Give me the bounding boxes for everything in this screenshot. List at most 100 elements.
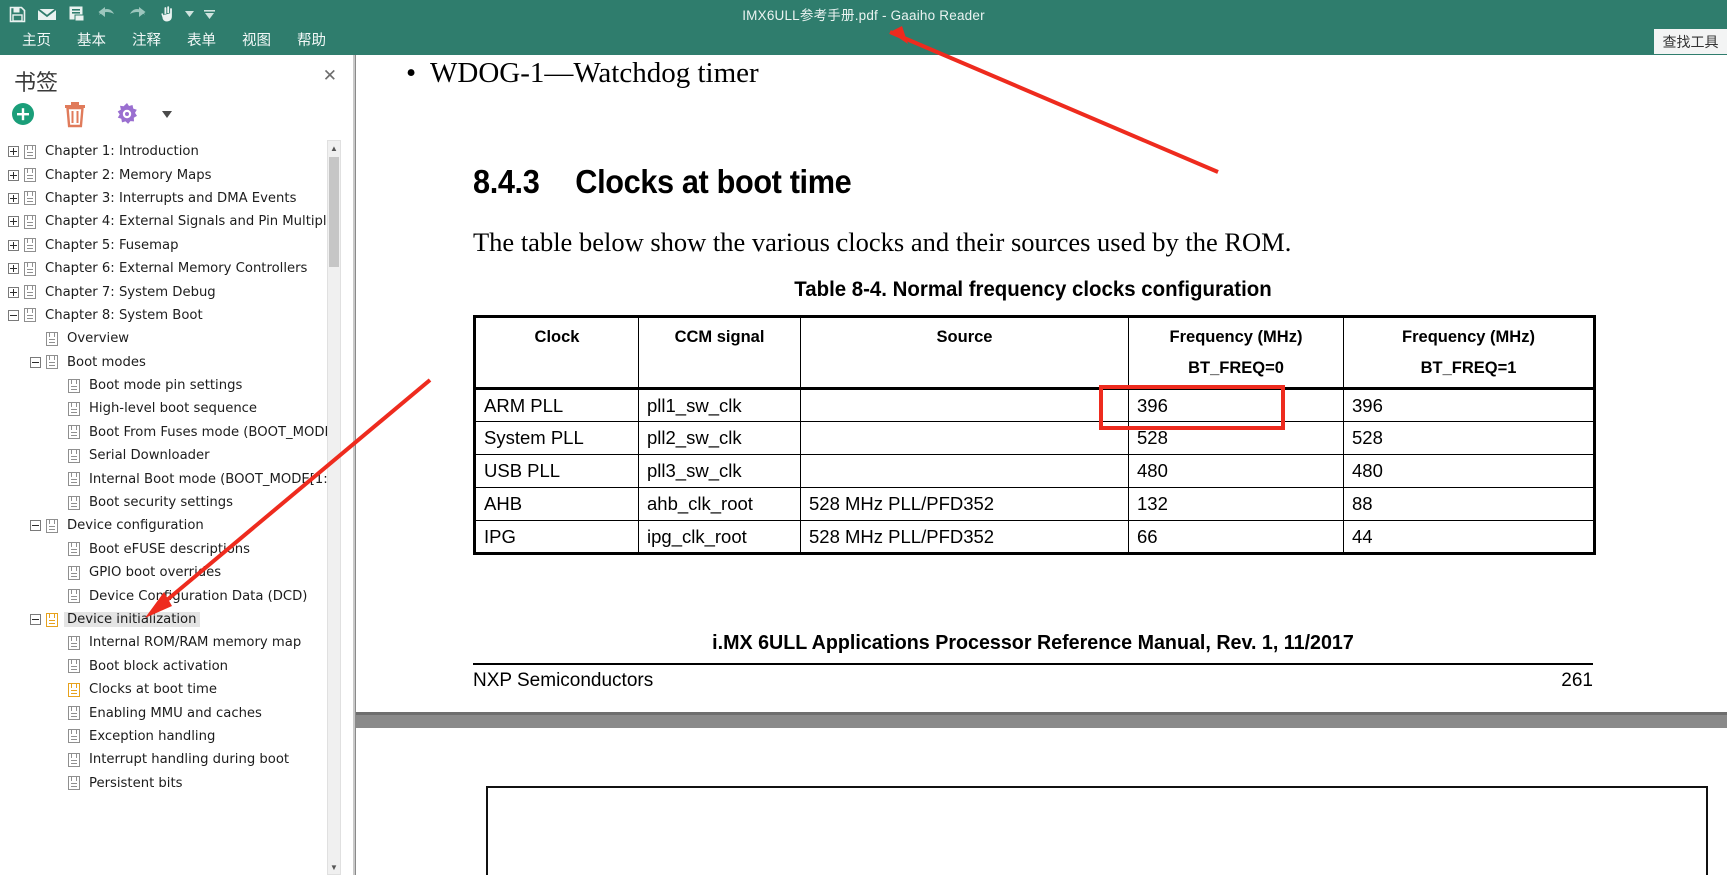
mail-icon[interactable] (32, 1, 62, 27)
bookmark-icon (68, 401, 80, 416)
find-tool-button[interactable]: 查找工具 (1654, 29, 1727, 54)
bookmark-tree-item[interactable]: Boot modes (0, 351, 340, 374)
bookmark-label: Device configuration (67, 518, 204, 534)
menu-item-comment[interactable]: 注释 (132, 28, 161, 55)
scrollbar-thumb[interactable] (329, 157, 339, 267)
bookmark-tree-item[interactable]: Device Configuration Data (DCD) (0, 584, 340, 607)
bookmark-label: Chapter 4: External Signals and Pin Mult… (45, 214, 340, 230)
bookmark-label: Chapter 8: System Boot (45, 307, 203, 323)
bookmark-icon (24, 214, 36, 229)
undo-icon[interactable] (92, 1, 122, 27)
table-caption: Table 8-4. Normal frequency clocks confi… (794, 277, 1272, 301)
bookmark-tree-item[interactable]: Chapter 4: External Signals and Pin Mult… (0, 210, 340, 233)
bookmark-label: Internal Boot mode (BOOT_MODE[1:0] = ( (89, 471, 340, 487)
menu-item-basic[interactable]: 基本 (77, 28, 106, 55)
expand-icon[interactable] (8, 263, 19, 275)
bookmark-tree-item[interactable]: Chapter 6: External Memory Controllers (0, 257, 340, 280)
col-head-line1: Frequency (MHz) (1402, 328, 1535, 346)
bookmark-tree-item[interactable]: Boot block activation (0, 655, 340, 678)
menu-item-help[interactable]: 帮助 (297, 28, 326, 55)
bookmark-icon (24, 285, 36, 300)
collapse-icon[interactable] (30, 614, 41, 625)
bookmark-tree-item[interactable]: Persistent bits (0, 772, 340, 795)
bookmark-tree-item[interactable]: GPIO boot overrides (0, 561, 340, 584)
bookmark-tree-item[interactable]: Enabling MMU and caches (0, 701, 340, 724)
bookmark-tree-item[interactable]: Chapter 7: System Debug (0, 280, 340, 303)
bookmark-tree-item[interactable]: Boot security settings (0, 491, 340, 514)
bookmark-tree-item[interactable]: Boot eFUSE descriptions (0, 538, 340, 561)
bookmark-label: Boot eFUSE descriptions (89, 541, 250, 557)
bookmark-tree-item[interactable]: Chapter 2: Memory Maps (0, 163, 340, 186)
delete-bookmark-icon[interactable] (60, 99, 90, 129)
hand-tool-icon[interactable] (152, 1, 182, 27)
bookmark-tree-item[interactable]: Exception handling (0, 725, 340, 748)
save-icon[interactable] (2, 1, 32, 27)
hand-tool-dropdown-caret-icon[interactable] (182, 1, 196, 27)
bookmark-icon (68, 378, 80, 393)
bookmark-icon (68, 565, 80, 580)
bookmark-tree-item[interactable]: Chapter 3: Interrupts and DMA Events (0, 187, 340, 210)
menu-item-view[interactable]: 视图 (242, 28, 271, 55)
bookmark-tree-item[interactable]: High-level boot sequence (0, 397, 340, 420)
bookmark-icon (68, 542, 80, 557)
table-cell: 480 (1343, 454, 1596, 488)
bookmark-icon (24, 261, 36, 276)
col-head-line1: Source (936, 328, 993, 346)
close-icon[interactable]: ✕ (323, 67, 337, 84)
menu-item-home[interactable]: 主页 (22, 28, 51, 55)
bookmark-tree-item[interactable]: Internal Boot mode (BOOT_MODE[1:0] = ( (0, 467, 340, 490)
bookmark-tree-item[interactable]: Device configuration (0, 514, 340, 537)
sidebar-scrollbar[interactable]: ▲ ▼ (327, 140, 341, 875)
bookmark-tree-item[interactable]: Serial Downloader (0, 444, 340, 467)
print-icon[interactable] (62, 1, 92, 27)
col-head-line1: CCM signal (674, 328, 765, 346)
bookmark-tree-item[interactable]: Overview (0, 327, 340, 350)
document-viewport[interactable]: • WDOG-1—Watchdog timer 8.4.3 Clocks at bo… (355, 55, 1727, 875)
bookmark-tree-item[interactable]: Boot From Fuses mode (BOOT_MODE[1:0] (0, 421, 340, 444)
expand-icon[interactable] (8, 146, 19, 158)
scroll-down-icon[interactable]: ▼ (328, 860, 340, 874)
collapse-icon[interactable] (30, 520, 41, 532)
bookmark-tree-item[interactable]: Interrupt handling during boot (0, 748, 340, 771)
collapse-icon[interactable] (8, 309, 19, 321)
bookmark-label: Device initialization (64, 612, 200, 627)
section-title: Clocks at boot time (575, 163, 852, 200)
bookmark-tree-item[interactable]: Chapter 1: Introduction (0, 140, 340, 163)
expand-icon[interactable] (8, 192, 19, 204)
bookmark-label: Chapter 6: External Memory Controllers (45, 261, 308, 277)
expand-icon[interactable] (8, 169, 19, 181)
window-title: IMX6ULL参考手册.pdf - Gaaiho Reader (742, 8, 985, 23)
expand-icon[interactable] (8, 216, 19, 228)
pdf-page-262-partial (356, 728, 1727, 875)
footer-rule (473, 663, 1593, 665)
add-bookmark-icon[interactable] (8, 99, 38, 129)
overflow-caret-icon[interactable] (202, 1, 216, 27)
table-cell: 528 MHz PLL/PFD352 (800, 520, 1129, 555)
bookmark-icon (24, 238, 36, 253)
bookmark-options-caret-icon[interactable] (152, 99, 182, 129)
bookmark-tree-item[interactable]: Device initialization (0, 608, 340, 631)
col-head-line2: BT_FREQ=0 (1188, 359, 1284, 377)
bookmark-tree-item[interactable]: Internal ROM/RAM memory map (0, 631, 340, 654)
expand-icon[interactable] (8, 239, 19, 251)
col-head-line1: Frequency (MHz) (1169, 328, 1303, 346)
bookmark-tree-item[interactable]: Chapter 5: Fusemap (0, 234, 340, 257)
menu-item-form[interactable]: 表单 (187, 28, 216, 55)
bookmark-tree[interactable]: Chapter 1: Introduction Chapter 2: Memory… (0, 140, 340, 875)
expand-icon[interactable] (8, 286, 19, 298)
bookmark-label: Chapter 1: Introduction (45, 144, 199, 160)
scroll-up-icon[interactable]: ▲ (328, 141, 340, 155)
bookmark-tree-item[interactable]: Boot mode pin settings (0, 374, 340, 397)
bookmark-icon (68, 472, 80, 487)
bookmark-icon (68, 682, 80, 697)
collapse-icon[interactable] (30, 356, 41, 368)
bookmark-icon (68, 635, 80, 650)
redo-icon[interactable] (122, 1, 152, 27)
bookmark-icon (46, 331, 58, 346)
bookmark-tree-item[interactable]: Chapter 8: System Boot (0, 304, 340, 327)
bookmark-tree-item[interactable]: Clocks at boot time (0, 678, 340, 701)
table-cell: 396 (1128, 388, 1344, 422)
table-row: ARM PLL pll1_sw_clk 396 396 (473, 388, 1596, 422)
bookmark-options-gear-icon[interactable] (112, 99, 142, 129)
footer-page-number: 261 (1561, 670, 1593, 691)
